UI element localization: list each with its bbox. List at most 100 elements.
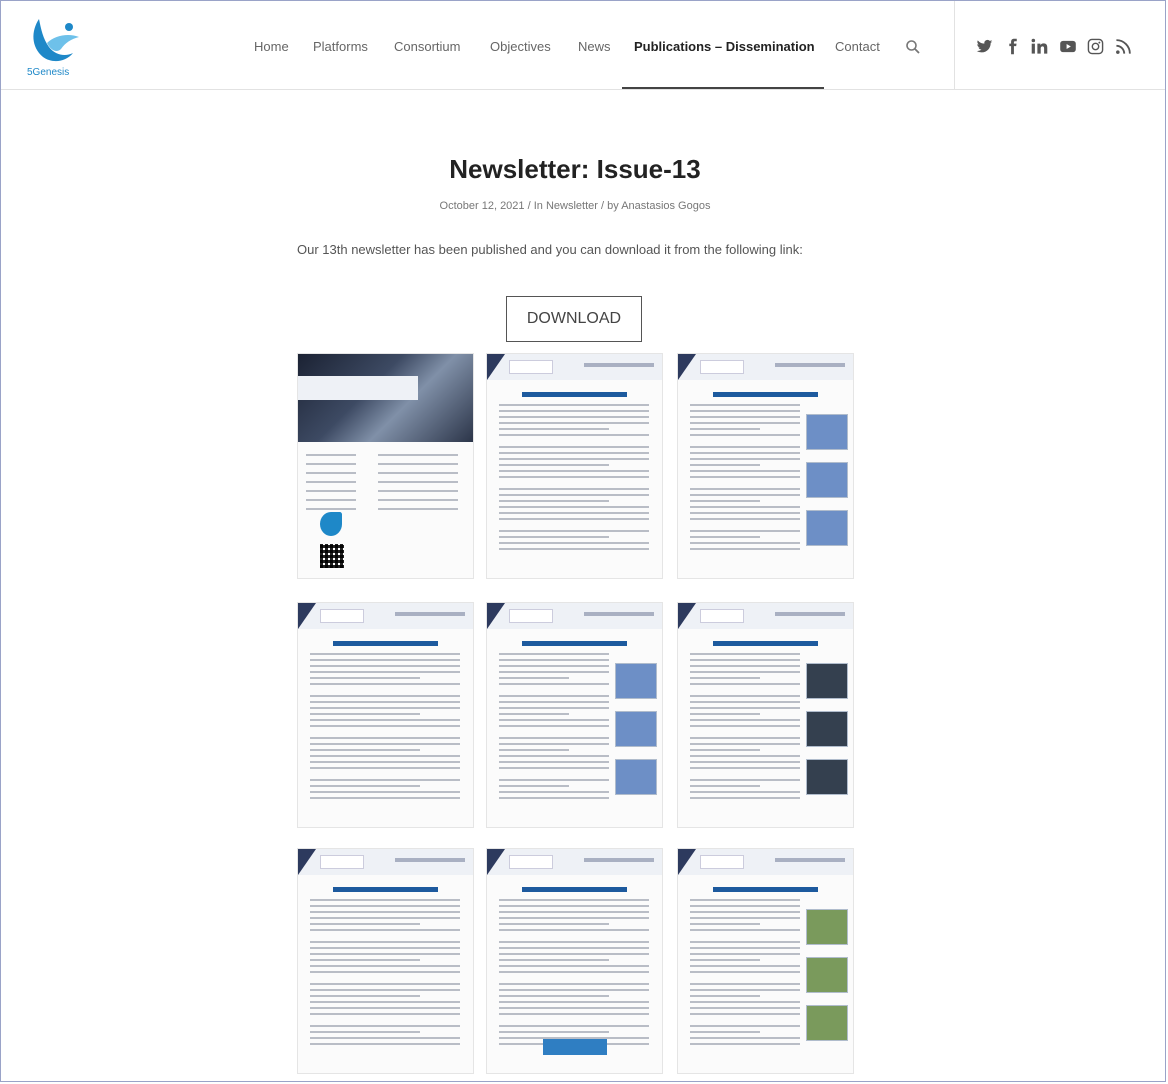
text-line: [690, 548, 800, 550]
text-line: [690, 923, 760, 925]
text-line: [690, 761, 800, 763]
instagram-icon[interactable]: [1087, 38, 1104, 55]
text-line: [690, 476, 800, 478]
nav-objectives[interactable]: Objectives: [490, 39, 551, 54]
text-line: [690, 1037, 800, 1039]
text-line: [310, 791, 460, 793]
nav-publications-dissemination[interactable]: Publications – Dissemination: [634, 39, 815, 54]
nav-consortium[interactable]: Consortium: [394, 39, 460, 54]
text-line: [310, 677, 420, 679]
page-photo: [806, 663, 848, 699]
text-line: [499, 458, 649, 460]
text-line: [499, 446, 649, 448]
search-icon[interactable]: [905, 39, 921, 55]
text-line: [690, 536, 760, 538]
text-line: [499, 989, 649, 991]
text-line: [690, 767, 800, 769]
text-line: [310, 947, 460, 949]
text-line: [690, 785, 760, 787]
text-line: [378, 463, 458, 465]
text-line: [690, 713, 760, 715]
page-heading: [522, 641, 627, 646]
youtube-icon[interactable]: [1059, 38, 1076, 55]
nav-news[interactable]: News: [578, 39, 611, 54]
rss-icon[interactable]: [1115, 38, 1132, 55]
newsletter-page-thumbnail[interactable]: [297, 353, 474, 579]
text-line: [310, 989, 460, 991]
text-line: [499, 947, 649, 949]
download-button[interactable]: DOWNLOAD: [506, 296, 642, 342]
text-line: [499, 422, 649, 424]
facebook-icon[interactable]: [1004, 38, 1021, 55]
deliverables-badge: [543, 1039, 607, 1055]
text-line: [690, 500, 760, 502]
text-line: [690, 494, 800, 496]
text-line: [499, 725, 609, 727]
text-line: [499, 476, 649, 478]
text-line: [310, 971, 460, 973]
text-line: [690, 665, 800, 667]
text-line: [310, 1043, 460, 1045]
page-heading: [713, 641, 818, 646]
text-line: [499, 749, 569, 751]
text-line: [378, 499, 458, 501]
text-line: [499, 500, 609, 502]
text-line: [690, 518, 800, 520]
newsletter-page-thumbnail[interactable]: [297, 602, 474, 828]
newsletter-page-thumbnail[interactable]: [297, 848, 474, 1074]
linkedin-icon[interactable]: [1031, 38, 1048, 55]
text-line: [499, 1007, 649, 1009]
text-line: [690, 1007, 800, 1009]
post-category-link[interactable]: In Newsletter: [534, 200, 598, 212]
newsletter-page-thumbnail[interactable]: [486, 848, 663, 1074]
text-line: [499, 785, 569, 787]
page-header: [487, 849, 662, 875]
newsletter-page-thumbnail[interactable]: [677, 848, 854, 1074]
text-line: [306, 463, 356, 465]
text-line: [690, 737, 800, 739]
post-author-link[interactable]: by Anastasios Gogos: [607, 200, 710, 212]
text-line: [499, 923, 609, 925]
newsletter-page-thumbnail[interactable]: [486, 353, 663, 579]
page-photo: [806, 414, 848, 450]
text-line: [499, 761, 609, 763]
newsletter-page-thumbnail[interactable]: [677, 602, 854, 828]
text-line: [690, 488, 800, 490]
text-line: [690, 941, 800, 943]
page-photo: [806, 711, 848, 747]
newsletter-page-thumbnail[interactable]: [677, 353, 854, 579]
page-photo: [615, 663, 657, 699]
text-line: [499, 941, 649, 943]
text-line: [310, 1031, 420, 1033]
text-line: [306, 490, 356, 492]
post-body: Our 13th newsletter has been published a…: [297, 242, 803, 257]
text-line: [310, 653, 460, 655]
qr-code: [320, 544, 344, 568]
page-heading: [333, 887, 438, 892]
twitter-icon[interactable]: [976, 38, 993, 55]
text-line: [690, 707, 800, 709]
nav-home[interactable]: Home: [254, 39, 289, 54]
text-line: [310, 911, 460, 913]
text-line: [310, 797, 460, 799]
nav-platforms[interactable]: Platforms: [313, 39, 368, 54]
genesis-logo-mark: [320, 512, 342, 536]
newsletter-page-thumbnail[interactable]: [486, 602, 663, 828]
text-line: [310, 719, 460, 721]
text-line: [690, 1001, 800, 1003]
text-line: [690, 911, 800, 913]
text-line: [310, 899, 460, 901]
text-line: [690, 1013, 800, 1015]
text-line: [306, 481, 356, 483]
text-line: [690, 1025, 800, 1027]
text-line: [499, 494, 649, 496]
text-line: [690, 683, 800, 685]
text-line: [690, 749, 760, 751]
page-header: [298, 603, 473, 629]
text-line: [690, 929, 800, 931]
post-date: October 12, 2021: [439, 200, 525, 212]
text-line: [499, 506, 649, 508]
text-line: [499, 677, 569, 679]
nav-contact[interactable]: Contact: [835, 39, 880, 54]
text-line: [310, 683, 460, 685]
